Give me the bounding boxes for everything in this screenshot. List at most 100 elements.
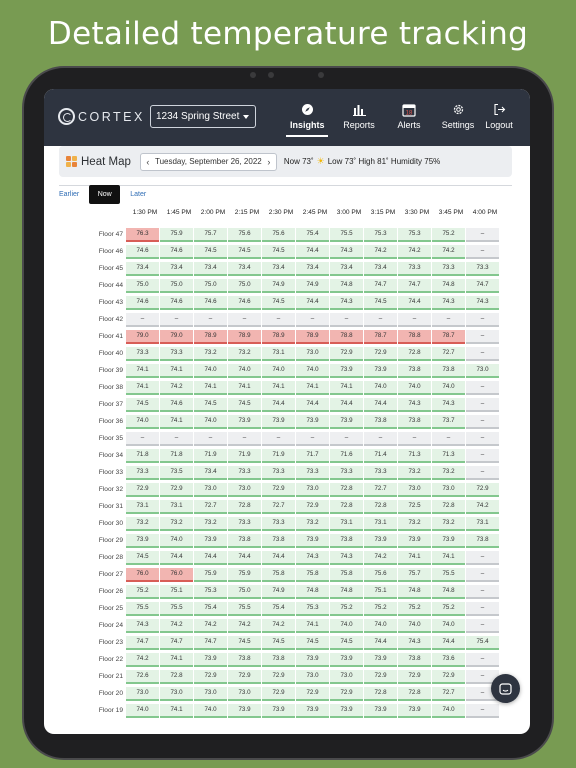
temperature-cell[interactable]: 74.4 xyxy=(432,635,465,650)
temperature-cell[interactable]: 74.2 xyxy=(160,380,193,395)
temperature-cell[interactable]: – xyxy=(398,431,431,446)
temperature-cell[interactable]: 73.4 xyxy=(364,261,397,276)
temperature-cell[interactable]: 73.9 xyxy=(330,363,363,378)
tab-now[interactable]: Now xyxy=(89,184,121,204)
temperature-cell[interactable]: 72.9 xyxy=(262,669,295,684)
temperature-cell[interactable]: 76.3 xyxy=(126,227,159,242)
temperature-cell[interactable]: 74.3 xyxy=(398,397,431,412)
temperature-cell[interactable]: – xyxy=(330,312,363,327)
temperature-cell[interactable]: 73.1 xyxy=(364,516,397,531)
temperature-cell[interactable]: 75.0 xyxy=(228,278,261,293)
cortex-logo[interactable]: CORTEX xyxy=(58,108,145,125)
temperature-cell[interactable]: 74.6 xyxy=(228,295,261,310)
temperature-cell[interactable]: 73.8 xyxy=(228,652,261,667)
temperature-cell[interactable]: 73.9 xyxy=(228,703,261,718)
temperature-cell[interactable]: 74.0 xyxy=(432,380,465,395)
temperature-cell[interactable]: 78.9 xyxy=(228,329,261,344)
temperature-cell[interactable]: 73.9 xyxy=(330,703,363,718)
temperature-cell[interactable]: 73.9 xyxy=(262,414,295,429)
temperature-cell[interactable]: 74.5 xyxy=(228,397,261,412)
temperature-cell[interactable]: 75.0 xyxy=(160,278,193,293)
temperature-cell[interactable]: 72.7 xyxy=(194,499,227,514)
temperature-cell[interactable]: 74.6 xyxy=(194,295,227,310)
temperature-cell[interactable]: 72.8 xyxy=(330,482,363,497)
temperature-cell[interactable]: 73.0 xyxy=(296,669,329,684)
temperature-cell[interactable]: 73.1 xyxy=(262,346,295,361)
temperature-cell[interactable]: 73.3 xyxy=(432,261,465,276)
temperature-cell[interactable]: 73.9 xyxy=(262,703,295,718)
temperature-cell[interactable]: – xyxy=(466,567,499,582)
temperature-cell[interactable]: 79.0 xyxy=(126,329,159,344)
temperature-cell[interactable]: 72.8 xyxy=(432,499,465,514)
temperature-cell[interactable]: 73.8 xyxy=(262,652,295,667)
temperature-cell[interactable]: 74.7 xyxy=(364,278,397,293)
temperature-cell[interactable]: 75.5 xyxy=(432,567,465,582)
temperature-cell[interactable]: 73.3 xyxy=(126,465,159,480)
temperature-cell[interactable]: 74.1 xyxy=(228,380,261,395)
temperature-cell[interactable]: 74.4 xyxy=(160,550,193,565)
temperature-cell[interactable]: 73.5 xyxy=(160,465,193,480)
temperature-cell[interactable]: 75.4 xyxy=(194,601,227,616)
temperature-cell[interactable]: 74.1 xyxy=(126,380,159,395)
temperature-cell[interactable]: 73.1 xyxy=(160,499,193,514)
temperature-cell[interactable]: 74.0 xyxy=(160,533,193,548)
temperature-cell[interactable]: 73.0 xyxy=(194,686,227,701)
temperature-cell[interactable]: 75.3 xyxy=(194,584,227,599)
temperature-cell[interactable]: 73.0 xyxy=(330,669,363,684)
temperature-cell[interactable]: 71.7 xyxy=(296,448,329,463)
temperature-cell[interactable]: 74.4 xyxy=(364,397,397,412)
temperature-cell[interactable]: 79.0 xyxy=(160,329,193,344)
temperature-cell[interactable]: 75.9 xyxy=(228,567,261,582)
temperature-cell[interactable]: 74.2 xyxy=(160,618,193,633)
temperature-cell[interactable]: 75.0 xyxy=(126,278,159,293)
chevron-right-icon[interactable]: › xyxy=(262,157,276,167)
temperature-cell[interactable]: 72.9 xyxy=(262,686,295,701)
temperature-cell[interactable]: 73.4 xyxy=(228,261,261,276)
temperature-cell[interactable]: 74.8 xyxy=(398,584,431,599)
temperature-cell[interactable]: 73.9 xyxy=(296,533,329,548)
temperature-cell[interactable]: – xyxy=(466,550,499,565)
temperature-cell[interactable]: 73.0 xyxy=(432,482,465,497)
temperature-cell[interactable]: – xyxy=(296,431,329,446)
temperature-cell[interactable]: 71.8 xyxy=(160,448,193,463)
temperature-cell[interactable]: 73.9 xyxy=(330,414,363,429)
temperature-cell[interactable]: – xyxy=(466,414,499,429)
temperature-cell[interactable]: 73.8 xyxy=(398,652,431,667)
temperature-cell[interactable]: 72.9 xyxy=(228,669,261,684)
temperature-cell[interactable]: 73.8 xyxy=(262,533,295,548)
temperature-cell[interactable]: 74.2 xyxy=(228,618,261,633)
temperature-cell[interactable]: 74.8 xyxy=(330,584,363,599)
temperature-cell[interactable]: 73.3 xyxy=(364,465,397,480)
temperature-cell[interactable]: 74.1 xyxy=(432,550,465,565)
temperature-cell[interactable]: 73.1 xyxy=(466,516,499,531)
temperature-cell[interactable]: 72.9 xyxy=(194,669,227,684)
temperature-cell[interactable]: 75.1 xyxy=(160,584,193,599)
temperature-cell[interactable]: 72.9 xyxy=(330,686,363,701)
temperature-cell[interactable]: 72.7 xyxy=(432,686,465,701)
temperature-cell[interactable]: 73.9 xyxy=(330,652,363,667)
temperature-cell[interactable]: 72.9 xyxy=(262,482,295,497)
temperature-cell[interactable]: 75.5 xyxy=(160,601,193,616)
temperature-cell[interactable]: 72.9 xyxy=(160,482,193,497)
temperature-cell[interactable]: 78.9 xyxy=(194,329,227,344)
temperature-cell[interactable]: 74.1 xyxy=(126,363,159,378)
nav-logout[interactable]: Logout xyxy=(482,101,516,130)
temperature-cell[interactable]: – xyxy=(466,618,499,633)
temperature-cell[interactable]: 74.2 xyxy=(364,550,397,565)
temperature-cell[interactable]: – xyxy=(228,431,261,446)
temperature-cell[interactable]: – xyxy=(228,312,261,327)
temperature-cell[interactable]: 73.8 xyxy=(398,363,431,378)
temperature-cell[interactable]: 74.4 xyxy=(296,244,329,259)
temperature-cell[interactable]: 76.0 xyxy=(126,567,159,582)
date-picker[interactable]: ‹ Tuesday, September 26, 2022 › xyxy=(139,152,277,171)
temperature-cell[interactable]: 73.3 xyxy=(296,465,329,480)
temperature-cell[interactable]: 73.9 xyxy=(296,703,329,718)
temperature-cell[interactable]: 74.2 xyxy=(398,244,431,259)
temperature-cell[interactable]: 75.6 xyxy=(364,567,397,582)
temperature-cell[interactable]: 78.7 xyxy=(432,329,465,344)
temperature-cell[interactable]: 73.2 xyxy=(160,516,193,531)
temperature-cell[interactable]: 73.8 xyxy=(228,533,261,548)
temperature-cell[interactable]: 75.5 xyxy=(126,601,159,616)
temperature-cell[interactable]: 74.0 xyxy=(194,414,227,429)
temperature-cell[interactable]: 72.9 xyxy=(364,346,397,361)
